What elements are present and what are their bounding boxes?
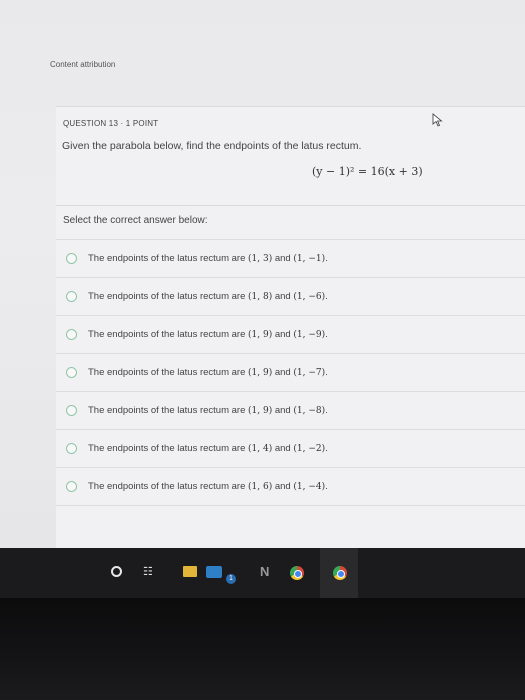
radio-button[interactable] [66,367,77,378]
task-view-icon[interactable]: ☷ [143,566,157,578]
divider [56,505,525,506]
answer-option[interactable]: The endpoints of the latus rectum are (1… [56,391,525,429]
radio-button[interactable] [66,291,77,302]
cortana-circle-icon[interactable] [111,566,122,577]
radio-button[interactable] [66,443,77,454]
answer-option[interactable]: The endpoints of the latus rectum are (1… [56,429,525,467]
notification-badge: 1 [226,574,236,584]
onenote-icon[interactable]: N [260,564,269,579]
answer-text: The endpoints of the latus rectum are (1… [88,443,328,454]
answer-option[interactable]: The endpoints of the latus rectum are (1… [56,467,525,505]
radio-button[interactable] [66,405,77,416]
select-answer-label: Select the correct answer below: [63,215,208,226]
radio-button[interactable] [66,481,77,492]
radio-button[interactable] [66,253,77,264]
file-explorer-icon[interactable] [183,566,197,577]
answer-options: The endpoints of the latus rectum are (1… [56,239,525,506]
radio-button[interactable] [66,329,77,340]
answer-text: The endpoints of the latus rectum are (1… [88,329,328,340]
monitor-bezel [0,598,525,700]
divider [56,205,525,206]
answer-text: The endpoints of the latus rectum are (1… [88,253,328,264]
chrome-icon[interactable] [333,566,347,580]
chrome-icon[interactable] [290,566,304,580]
parabola-equation: (y − 1)² = 16(x + 3) [312,165,423,178]
mouse-cursor-icon [432,113,443,127]
answer-text: The endpoints of the latus rectum are (1… [88,291,328,302]
store-icon[interactable] [206,566,222,578]
answer-text: The endpoints of the latus rectum are (1… [88,405,328,416]
answer-option[interactable]: The endpoints of the latus rectum are (1… [56,239,525,277]
answer-option[interactable]: The endpoints of the latus rectum are (1… [56,277,525,315]
content-attribution-link[interactable]: Content attribution [50,60,115,69]
question-card: QUESTION 13 · 1 POINT Given the parabola… [56,106,525,548]
question-prompt: Given the parabola below, find the endpo… [62,140,362,152]
answer-option[interactable]: The endpoints of the latus rectum are (1… [56,315,525,353]
taskbar: ☷ 1 N [0,548,525,598]
answer-text: The endpoints of the latus rectum are (1… [88,481,328,492]
answer-option[interactable]: The endpoints of the latus rectum are (1… [56,353,525,391]
answer-text: The endpoints of the latus rectum are (1… [88,367,328,378]
browser-screen: Content attribution QUESTION 13 · 1 POIN… [0,0,525,548]
question-header: QUESTION 13 · 1 POINT [63,119,159,128]
